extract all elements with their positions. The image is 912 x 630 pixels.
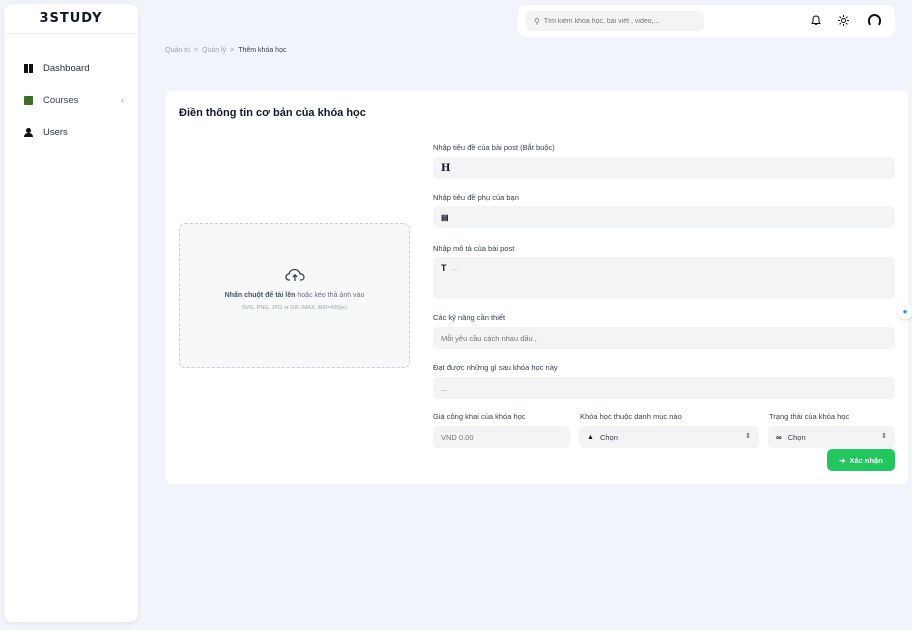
sidebar-nav: Dashboard Courses ‹ Users — [4, 52, 138, 148]
chevron-left-icon[interactable]: ‹ — [121, 95, 124, 105]
breadcrumb-item[interactable]: Quản lý — [202, 47, 226, 54]
search-bar[interactable]: ⚲ — [526, 11, 704, 31]
sidebar-item-dashboard[interactable]: Dashboard — [4, 52, 138, 84]
arrow-right-icon: ➜ — [839, 455, 846, 465]
description-field[interactable]: T ... — [433, 257, 895, 299]
heading-icon: H — [441, 162, 451, 174]
breadcrumb-separator: > — [193, 47, 198, 54]
category-label: Khóa học thuộc danh mục nào — [580, 412, 682, 421]
category-select[interactable]: ▲ Chọn ⇕ — [579, 426, 759, 448]
breadcrumb-item[interactable]: Quản trị — [165, 47, 190, 54]
app-logo[interactable]: 3STUDY — [4, 4, 138, 34]
outcomes-input[interactable] — [441, 383, 895, 393]
sidebar: 3STUDY Dashboard Courses ‹ Users — [4, 4, 138, 622]
user-icon — [24, 127, 33, 137]
link-icon: ∞ — [776, 432, 782, 442]
cloud-upload-icon — [284, 268, 305, 282]
book-icon — [24, 95, 33, 105]
submit-button[interactable]: ➜ Xác nhận — [827, 449, 895, 471]
avatar — [867, 13, 881, 27]
dashboard-icon — [24, 63, 33, 73]
course-form-card: Điền thông tin cơ bản của khóa học Nhấn … — [166, 91, 908, 484]
breadcrumb-current: Thêm khóa học — [238, 47, 287, 54]
drop-icon: ● — [902, 306, 908, 316]
upload-hint: SVG, PNG, JPG or GIF (MAX. 800×400px) — [242, 305, 347, 311]
outcomes-field[interactable] — [433, 377, 895, 399]
description-label: Nhập mô tả của bài post — [433, 244, 515, 253]
subtitle-field[interactable]: ▤ — [433, 206, 895, 228]
text-icon: T — [441, 263, 447, 273]
shapes-icon: ▲ — [587, 433, 594, 441]
breadcrumb-separator: > — [230, 47, 235, 54]
outcomes-label: Đạt được những gì sau khóa học này — [433, 363, 558, 372]
floating-helper-button[interactable]: ● — [897, 303, 912, 319]
sidebar-item-courses[interactable]: Courses ‹ — [4, 84, 138, 116]
select-arrows-icon: ⇕ — [881, 433, 887, 440]
bell-icon[interactable] — [809, 13, 823, 27]
submit-label: Xác nhận — [849, 455, 883, 465]
sidebar-item-users[interactable]: Users — [4, 116, 138, 148]
skills-input[interactable] — [441, 333, 895, 343]
sidebar-item-label: Dashboard — [43, 62, 90, 74]
description-placeholder: ... — [452, 263, 459, 272]
image-upload-dropzone[interactable]: Nhấn chuột để tải lên hoặc kéo thả ảnh v… — [179, 223, 410, 368]
avatar-icon[interactable] — [867, 13, 881, 27]
sidebar-item-label: Users — [43, 126, 68, 138]
price-field[interactable] — [433, 426, 570, 448]
status-label: Trạng thái của khóa học — [769, 412, 850, 421]
breadcrumb: Quản trị > Quản lý > Thêm khóa học — [165, 47, 286, 54]
status-selected-value: Chọn — [787, 432, 806, 442]
price-label: Giá công khai của khóa học — [433, 412, 526, 421]
skills-field[interactable] — [433, 327, 895, 349]
title-field[interactable]: H — [433, 157, 895, 179]
top-header: ⚲ — [518, 5, 895, 37]
sun-icon[interactable] — [836, 13, 850, 27]
form-title: Điền thông tin cơ bản của khóa học — [179, 107, 366, 119]
title-label: Nhập tiêu đề của bài post (Bắt buộc) — [433, 143, 555, 152]
select-arrows-icon: ⇕ — [745, 433, 751, 440]
upload-instructions: Nhấn chuột để tải lên hoặc kéo thả ảnh v… — [180, 292, 409, 299]
sidebar-item-label: Courses — [43, 94, 79, 106]
subtitle-label: Nhập tiêu đề phụ của bạn — [433, 193, 519, 202]
status-select[interactable]: ∞ Chọn ⇕ — [768, 426, 895, 448]
category-selected-value: Chọn — [599, 432, 618, 442]
search-input[interactable] — [543, 17, 694, 25]
upload-instructions-bold: Nhấn chuột để tải lên — [224, 292, 296, 299]
image-text-icon: ▤ — [441, 212, 449, 222]
upload-instructions-rest: hoặc kéo thả ảnh vào — [297, 292, 365, 299]
skills-label: Các kỹ năng cần thiết — [433, 313, 506, 322]
search-icon: ⚲ — [534, 16, 540, 26]
price-input[interactable] — [441, 432, 570, 442]
